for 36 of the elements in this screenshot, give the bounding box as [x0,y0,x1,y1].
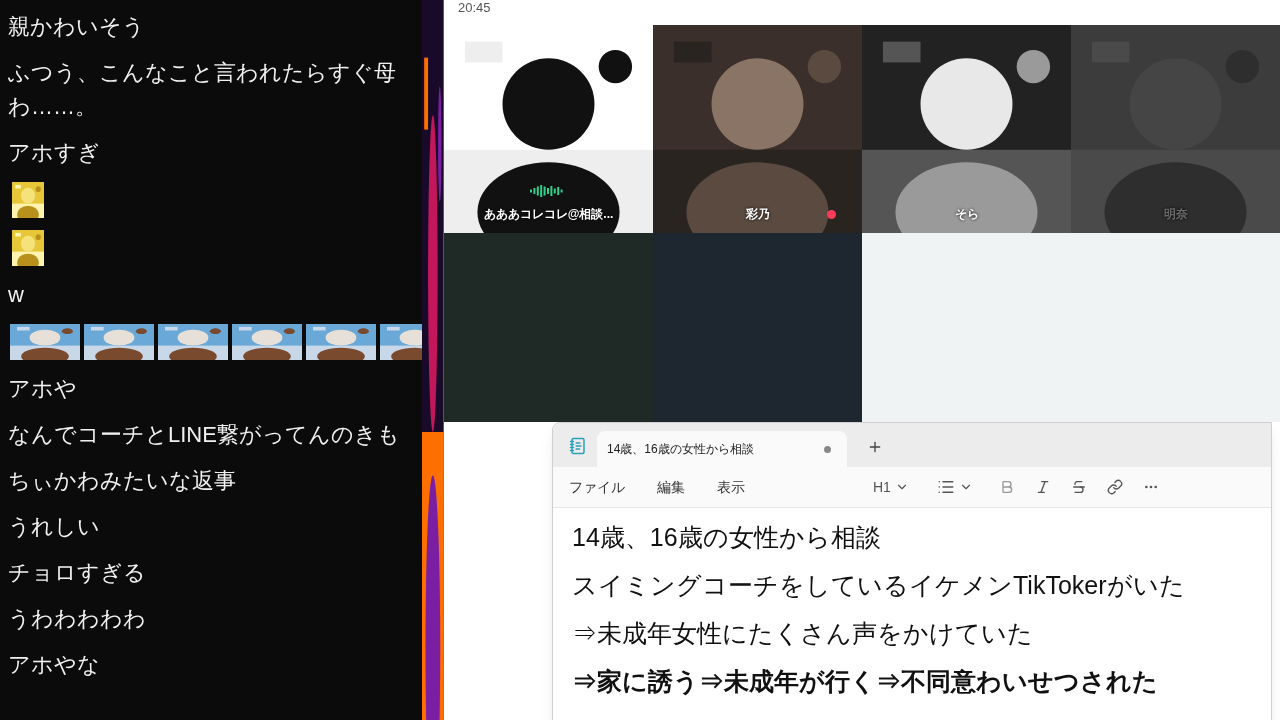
menu-item[interactable]: 表示 [717,476,745,498]
video-tile[interactable]: あああコレコレ@相談... [444,25,653,233]
chat-message: ちぃかわみたいな返事 [8,467,237,495]
menu-item[interactable]: ファイル [569,476,625,498]
chat-message: w [8,281,25,309]
link-button[interactable] [1106,479,1123,495]
participant-name: そら [954,206,979,223]
participant-name: あああコレコレ@相談... [483,206,614,223]
strikethrough-button[interactable] [1070,479,1087,495]
notepad-icon [569,437,587,455]
tab-title: 14歳、16歳の女性から相談 [607,441,755,458]
participant-name: 彩乃 [745,206,770,223]
video-tile[interactable]: 彩乃 [653,25,862,233]
audio-wave-icon [530,185,564,197]
heading-dropdown[interactable]: H1 [873,476,909,498]
list-dropdown[interactable] [936,478,973,496]
document-line: スイミングコーチをしているイケメンTikTokerがいた [572,570,1186,601]
chat-message: ふつう、こんなこと言われたらすぐ母 わ……。 [8,59,397,121]
video-tile[interactable] [653,233,862,422]
participant-name: 明奈 [1163,206,1188,223]
clock-time: 20:45 [457,0,492,17]
list-icon [936,478,955,496]
menu-item[interactable]: 編集 [657,476,685,498]
chat-message: なんでコーチとLINE繋がってんのきも [8,421,401,449]
chat-message: うわわわわわ [8,605,147,633]
chat-message: アホやな [8,651,101,679]
chat-message: アホや [8,375,78,403]
chat-message: チョロすぎる [8,559,147,587]
chat-message: アホすぎ [8,139,101,167]
video-tile[interactable] [444,233,653,422]
chat-message: 親かわいそう [8,13,146,41]
document-line: ⇒未成年女性にたくさん声をかけていた [572,618,1034,649]
document-line: 14歳、16歳の女性から相談 [572,522,882,553]
document-line: ⇒家に誘う⇒未成年が行く⇒不同意わいせつされた [572,666,1159,697]
document-tab[interactable]: 14歳、16歳の女性から相談 [597,431,847,467]
chat-message: うれしい [8,513,101,541]
